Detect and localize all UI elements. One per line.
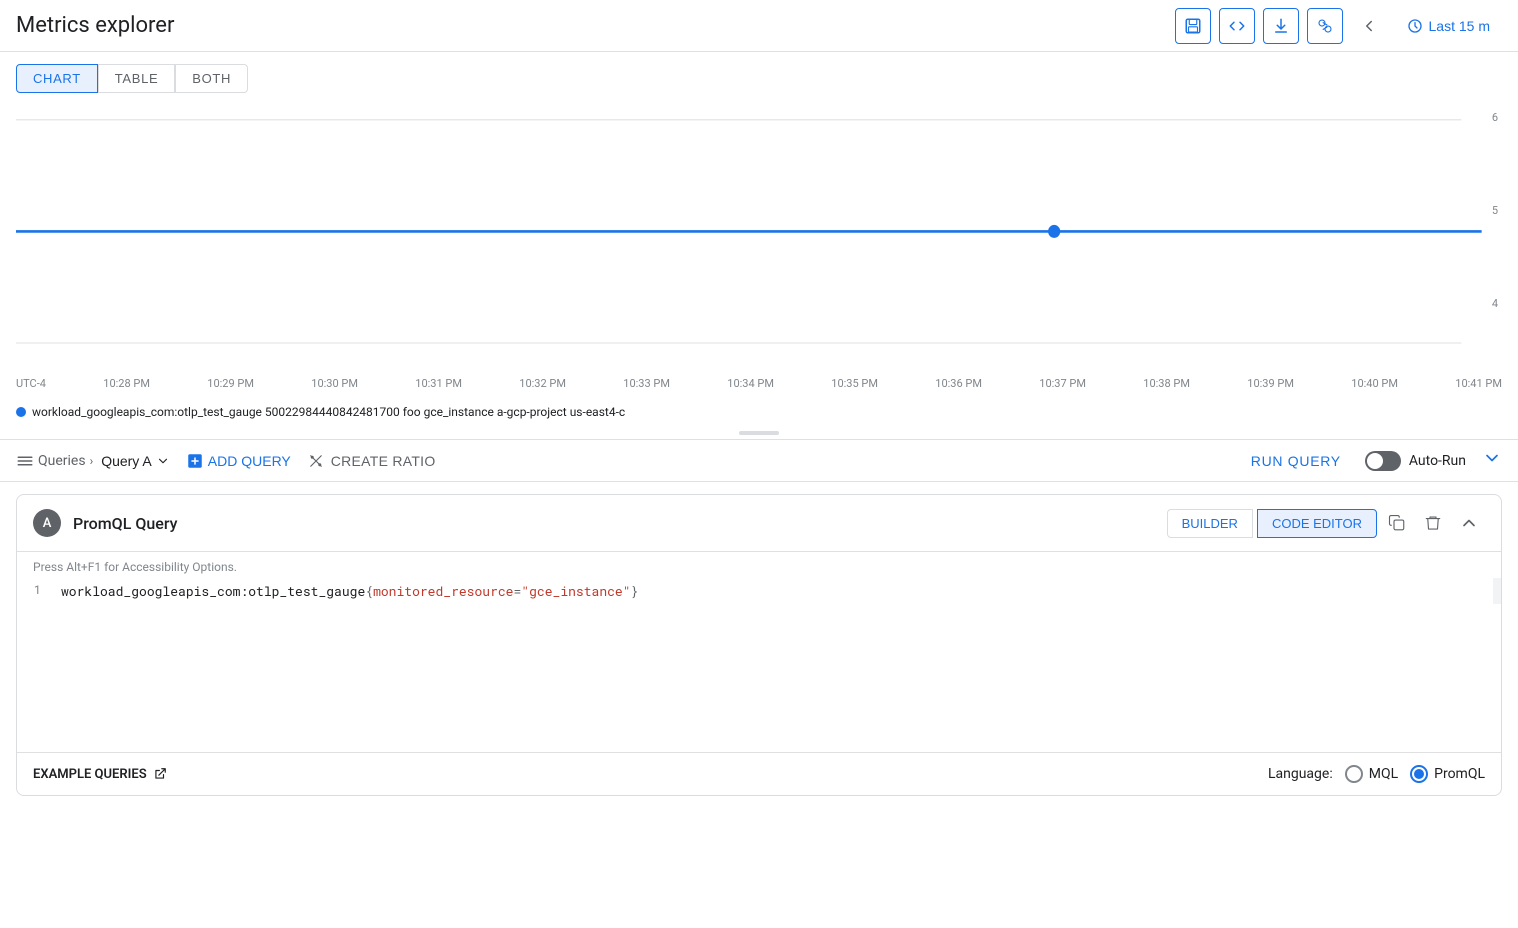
promql-label: PromQL [1434,766,1485,782]
code-editor-area[interactable]: Press Alt+F1 for Accessibility Options. … [17,552,1501,752]
toggle-knob [1367,453,1383,469]
query-panel-footer: EXAMPLE QUERIES Language: MQL PromQL [17,752,1501,795]
mql-radio-option[interactable]: MQL [1345,765,1398,783]
y-label-5: 5 [1492,204,1498,217]
query-name-label: Query A [101,453,152,469]
create-ratio-label: CREATE RATIO [331,453,436,469]
add-query-label: ADD QUERY [208,453,291,469]
x-label-1037: 10:37 PM [1039,377,1086,390]
queries-nav: Queries › [16,452,93,470]
chart-svg [16,109,1502,369]
back-icon-btn[interactable] [1351,8,1387,44]
x-label-1036: 10:36 PM [935,377,982,390]
mql-radio-circle [1345,765,1363,783]
line-number-1: 1 [17,580,57,598]
legend-dot [16,407,26,417]
copy-btn[interactable] [1381,507,1413,539]
code-content-1[interactable]: workload_googleapis_com:otlp_test_gauge{… [57,580,1501,602]
panel-actions: BUILDER CODE EDITOR [1167,507,1485,539]
delete-btn[interactable] [1417,507,1449,539]
x-label-1040: 10:40 PM [1351,377,1398,390]
code-line-1: 1 workload_googleapis_com:otlp_test_gaug… [17,578,1501,604]
external-link-icon [153,767,167,781]
chart-section: CHART TABLE BOTH 6 5 4 UTC-4 10:28 PM 10… [0,52,1518,439]
mql-label: MQL [1369,766,1398,782]
tab-chart[interactable]: CHART [16,64,98,93]
add-query-icon [186,452,204,470]
drag-handle-bar[interactable] [739,431,779,435]
auto-run-toggle: Auto-Run [1365,451,1466,471]
accessibility-hint: Press Alt+F1 for Accessibility Options. [17,552,1501,578]
y-label-4: 4 [1492,297,1498,310]
y-label-6: 6 [1492,111,1498,124]
delete-icon [1424,514,1442,532]
code-attr-key: monitored_resource [373,582,513,600]
language-selector: Language: MQL PromQL [1268,765,1485,783]
query-panel-header: A PromQL Query BUILDER CODE EDITOR [17,495,1501,552]
time-range-label: Last 15 m [1429,18,1490,34]
download-icon-btn[interactable] [1263,8,1299,44]
code-scrollbar[interactable] [1493,578,1501,604]
code-editor-btn[interactable]: CODE EDITOR [1257,509,1377,538]
header-actions: Last 15 m [1175,8,1502,44]
x-label-1032: 10:32 PM [519,377,566,390]
query-avatar: A [33,509,61,537]
code-icon-btn[interactable] [1219,8,1255,44]
tab-table[interactable]: TABLE [98,64,175,93]
x-label-1028: 10:28 PM [103,377,150,390]
x-label-1029: 10:29 PM [207,377,254,390]
expand-btn[interactable] [1482,448,1502,473]
time-range-btn[interactable]: Last 15 m [1395,12,1502,40]
builder-btn[interactable]: BUILDER [1167,509,1253,538]
x-label-1035: 10:35 PM [831,377,878,390]
x-label-1030: 10:30 PM [311,377,358,390]
add-query-btn[interactable]: ADD QUERY [186,452,291,470]
run-query-btn[interactable]: RUN QUERY [1251,453,1341,469]
queries-label: Queries [38,453,86,469]
collapse-btn[interactable] [1453,507,1485,539]
example-queries-label: EXAMPLE QUERIES [33,767,147,782]
collapse-icon [1459,513,1479,533]
query-toolbar: Queries › Query A ADD QUERY CREATE RATIO… [0,439,1518,482]
legend-text: workload_googleapis_com:otlp_test_gauge … [32,405,625,419]
tab-both[interactable]: BOTH [175,64,248,93]
query-dropdown-icon [156,454,170,468]
save-icon-btn[interactable] [1175,8,1211,44]
code-brace-open: { [365,582,373,600]
x-label-utc: UTC-4 [16,377,46,390]
x-label-1033: 10:33 PM [623,377,670,390]
x-label-1038: 10:38 PM [1143,377,1190,390]
promql-radio-option[interactable]: PromQL [1410,765,1485,783]
query-panel-title: PromQL Query [73,514,1155,533]
example-queries-link[interactable]: EXAMPLE QUERIES [33,767,167,782]
x-label-1031: 10:31 PM [415,377,462,390]
breadcrumb-chevron: › [90,454,94,468]
app-title: Metrics explorer [16,13,1175,38]
drag-handle[interactable] [0,427,1518,439]
copy-icon [1388,514,1406,532]
app-header: Metrics explorer [0,0,1518,52]
queries-list-icon [16,452,34,470]
x-label-1041: 10:41 PM [1455,377,1502,390]
code-attr-value: "gce_instance" [521,582,630,600]
share-icon-btn[interactable] [1307,8,1343,44]
chart-x-labels: UTC-4 10:28 PM 10:29 PM 10:30 PM 10:31 P… [16,373,1502,390]
x-label-1039: 10:39 PM [1247,377,1294,390]
chart-legend: workload_googleapis_com:otlp_test_gauge … [0,401,1518,427]
promql-radio-inner [1414,769,1424,779]
auto-run-switch[interactable] [1365,451,1401,471]
view-tabs-container: CHART TABLE BOTH [0,52,1518,101]
x-label-1034: 10:34 PM [727,377,774,390]
language-label: Language: [1268,766,1333,782]
code-brace-close: } [631,582,639,600]
auto-run-label: Auto-Run [1409,453,1466,469]
query-selector-btn[interactable]: Query A [101,453,170,469]
create-ratio-icon [307,452,325,470]
expand-icon [1482,448,1502,468]
chart-area: 6 5 4 UTC-4 10:28 PM 10:29 PM 10:30 PM 1… [0,101,1518,401]
code-metric: workload_googleapis_com:otlp_test_gauge [61,582,365,600]
query-panel: A PromQL Query BUILDER CODE EDITOR [16,494,1502,796]
promql-radio-circle [1410,765,1428,783]
create-ratio-btn[interactable]: CREATE RATIO [307,452,436,470]
